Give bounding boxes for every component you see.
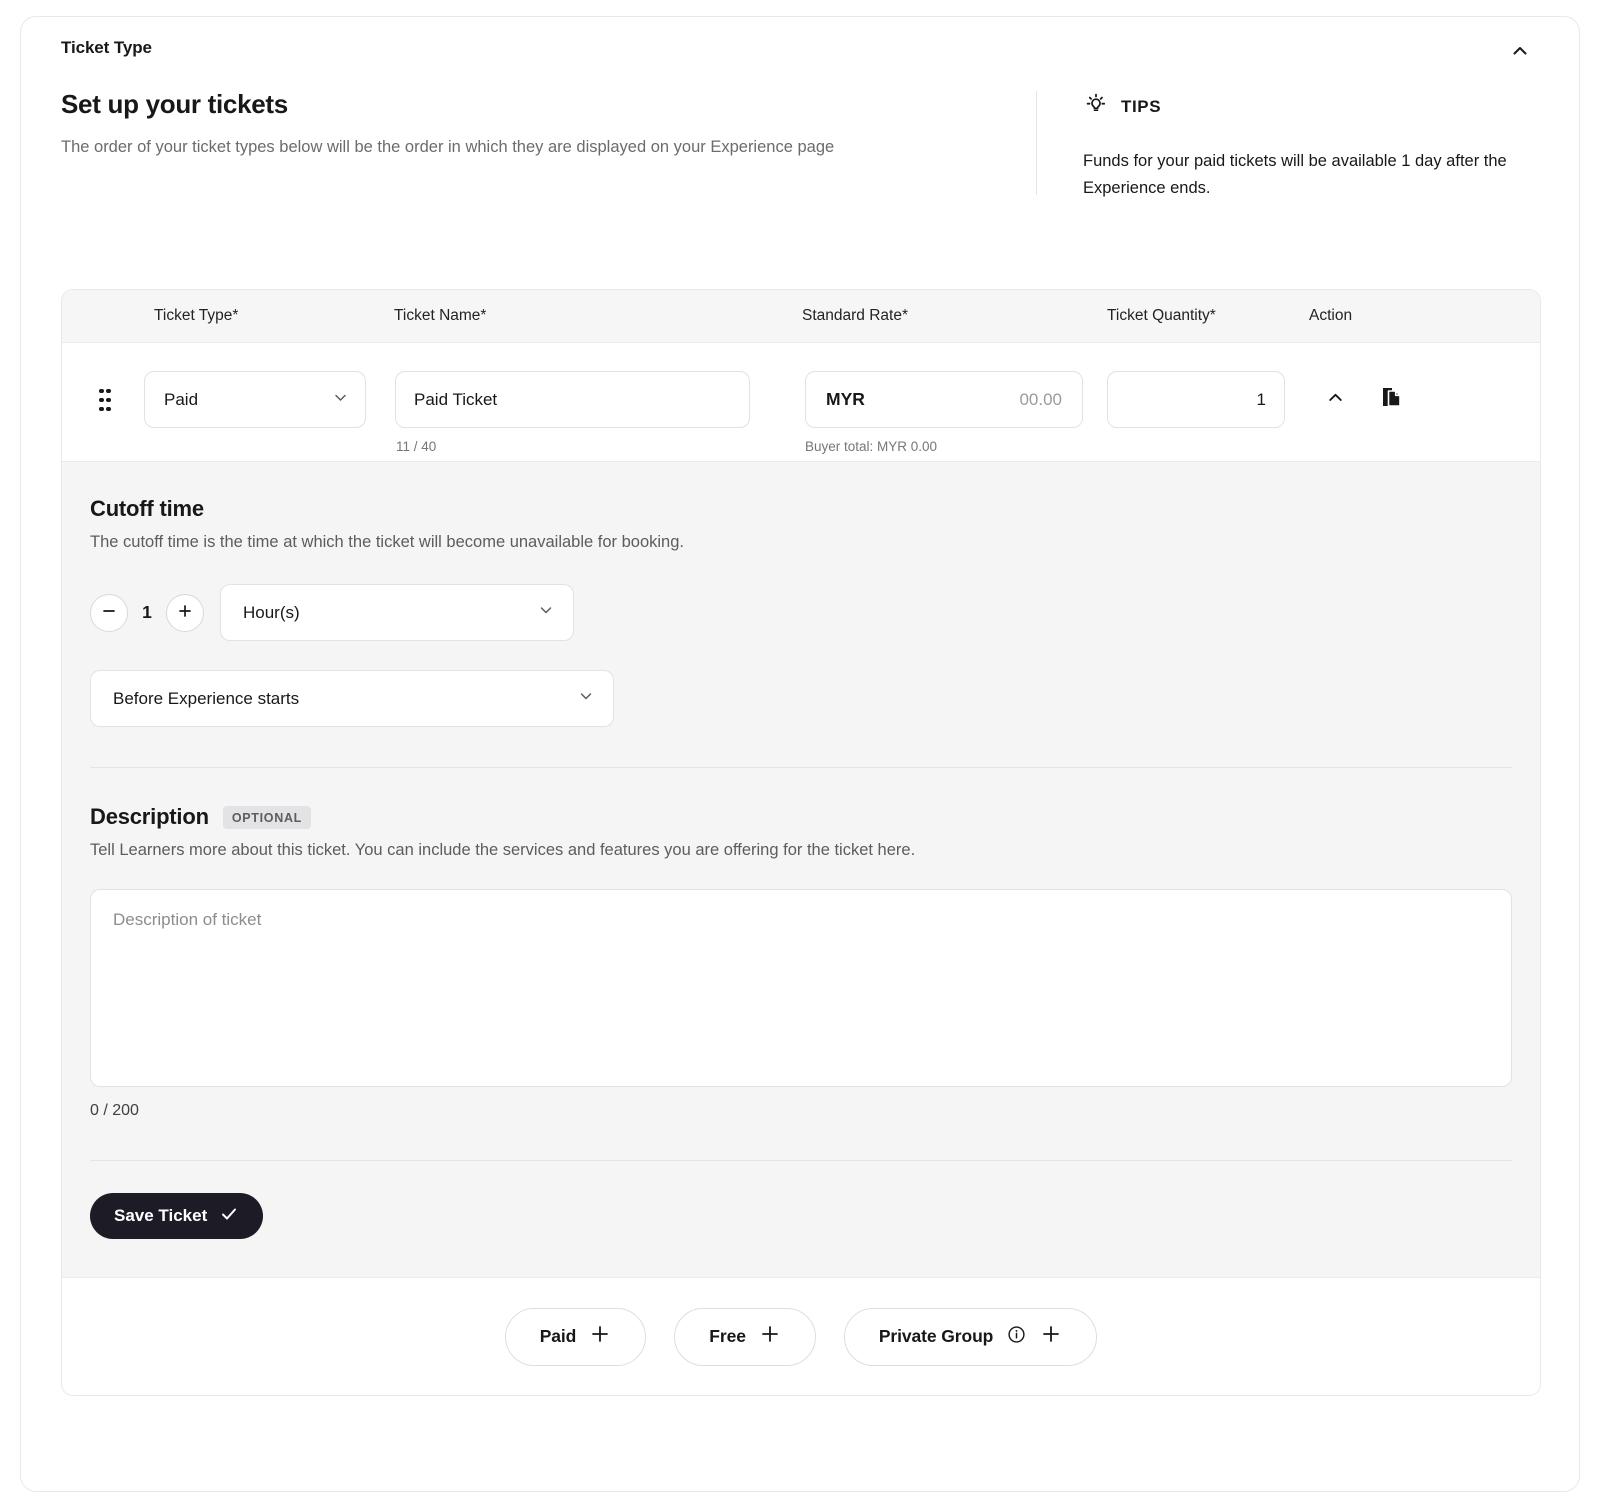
cutoff-unit-value: Hour(s) [243,602,300,622]
add-paid-ticket-button[interactable]: Paid [504,1307,647,1366]
plus-icon [1040,1323,1062,1350]
ticket-type-value: Paid [164,389,199,409]
optional-badge: OPTIONAL [222,805,312,829]
cutoff-time-controls: 1 Hour(s) [90,584,1512,641]
ticket-type-page: Ticket Type Set up your tickets The orde… [0,0,1600,1509]
ticket-details-panel: Cutoff time The cutoff time is the time … [62,461,1540,1277]
plus-icon [176,602,194,623]
lightbulb-icon [1083,91,1109,122]
cutoff-relation-value: Before Experience starts [113,688,300,708]
cutoff-value: 1 [142,602,152,622]
tickets-table: Ticket Type* Ticket Name* Standard Rate*… [61,289,1541,1396]
ticket-type-card: Ticket Type Set up your tickets The orde… [20,16,1580,1492]
section-header-title: Ticket Type [61,38,152,57]
currency-label: MYR [826,389,865,409]
standard-rate-input[interactable]: MYR 00.00 [805,371,1083,428]
chevron-up-icon [1326,388,1345,412]
cutoff-time-description: The cutoff time is the time at which the… [90,533,684,551]
add-ticket-footer: Paid Free Private Group [62,1277,1540,1395]
column-header-action: Action [1309,307,1353,324]
tips-header: TIPS [1083,91,1539,122]
intro-area: Set up your tickets The order of your ti… [21,79,1579,201]
chevron-down-icon [332,389,349,411]
description-textarea[interactable]: Description of ticket [90,889,1512,1087]
minus-icon [100,602,118,623]
add-free-label: Free [709,1326,746,1346]
table-header-row: Ticket Type* Ticket Name* Standard Rate*… [62,290,1540,343]
add-paid-label: Paid [539,1326,577,1346]
chevron-down-icon [577,687,595,710]
page-subtitle: The order of your ticket types below wil… [61,138,835,156]
cutoff-unit-select[interactable]: Hour(s) [220,584,574,641]
intro-left: Set up your tickets The order of your ti… [61,89,1036,201]
chevron-up-icon [1510,41,1530,64]
divider [90,767,1512,768]
plus-icon [589,1323,611,1350]
tips-panel: TIPS Funds for your paid tickets will be… [1037,89,1539,201]
ticket-quantity-value: 1 [1256,389,1266,409]
plus-icon [759,1323,781,1350]
column-header-ticket-type: Ticket Type* [154,307,239,324]
chevron-down-icon [537,601,555,624]
ticket-quantity-input[interactable]: 1 [1107,371,1285,428]
column-header-standard-rate: Standard Rate* [802,307,908,324]
rate-placeholder: 00.00 [1019,389,1062,409]
description-placeholder: Description of ticket [113,910,262,929]
save-area: Save Ticket [90,1161,1512,1277]
description-counter: 0 / 200 [90,1102,139,1119]
cutoff-time-title: Cutoff time [90,496,204,521]
add-free-ticket-button[interactable]: Free [674,1307,816,1366]
page-title: Set up your tickets [61,89,288,119]
ticket-name-value: Paid Ticket [414,389,498,409]
section-header: Ticket Type [21,17,1579,79]
row-collapse-button[interactable] [1320,385,1350,415]
ticket-type-select[interactable]: Paid [144,371,366,428]
description-header: Description OPTIONAL [90,804,1512,830]
table-row: Paid Paid Ticket 11 / 40 MYR 00.00 Buyer… [62,343,1540,461]
section-collapse-button[interactable] [1507,39,1533,65]
info-icon[interactable] [1006,1324,1027,1350]
description-title: Description [90,804,209,829]
column-header-ticket-name: Ticket Name* [394,307,487,324]
cutoff-increment-button[interactable] [166,593,204,632]
check-icon [219,1204,239,1229]
tips-label: TIPS [1121,96,1162,116]
row-duplicate-button[interactable] [1376,383,1408,415]
save-ticket-label: Save Ticket [114,1206,208,1225]
ticket-name-counter: 11 / 40 [396,439,437,454]
ticket-name-input[interactable]: Paid Ticket [395,371,750,428]
duplicate-icon [1379,384,1405,415]
column-header-ticket-quantity: Ticket Quantity* [1107,307,1216,324]
description-helper: Tell Learners more about this ticket. Yo… [90,841,916,859]
add-private-group-button[interactable]: Private Group [843,1307,1098,1366]
cutoff-relation-select[interactable]: Before Experience starts [90,670,614,727]
cutoff-decrement-button[interactable] [90,593,128,632]
save-ticket-button[interactable]: Save Ticket [90,1193,264,1239]
add-private-group-label: Private Group [878,1326,994,1346]
drag-handle-icon[interactable] [94,385,116,415]
buyer-total-label: Buyer total: MYR 0.00 [805,439,938,454]
tips-body: Funds for your paid tickets will be avai… [1083,152,1507,197]
